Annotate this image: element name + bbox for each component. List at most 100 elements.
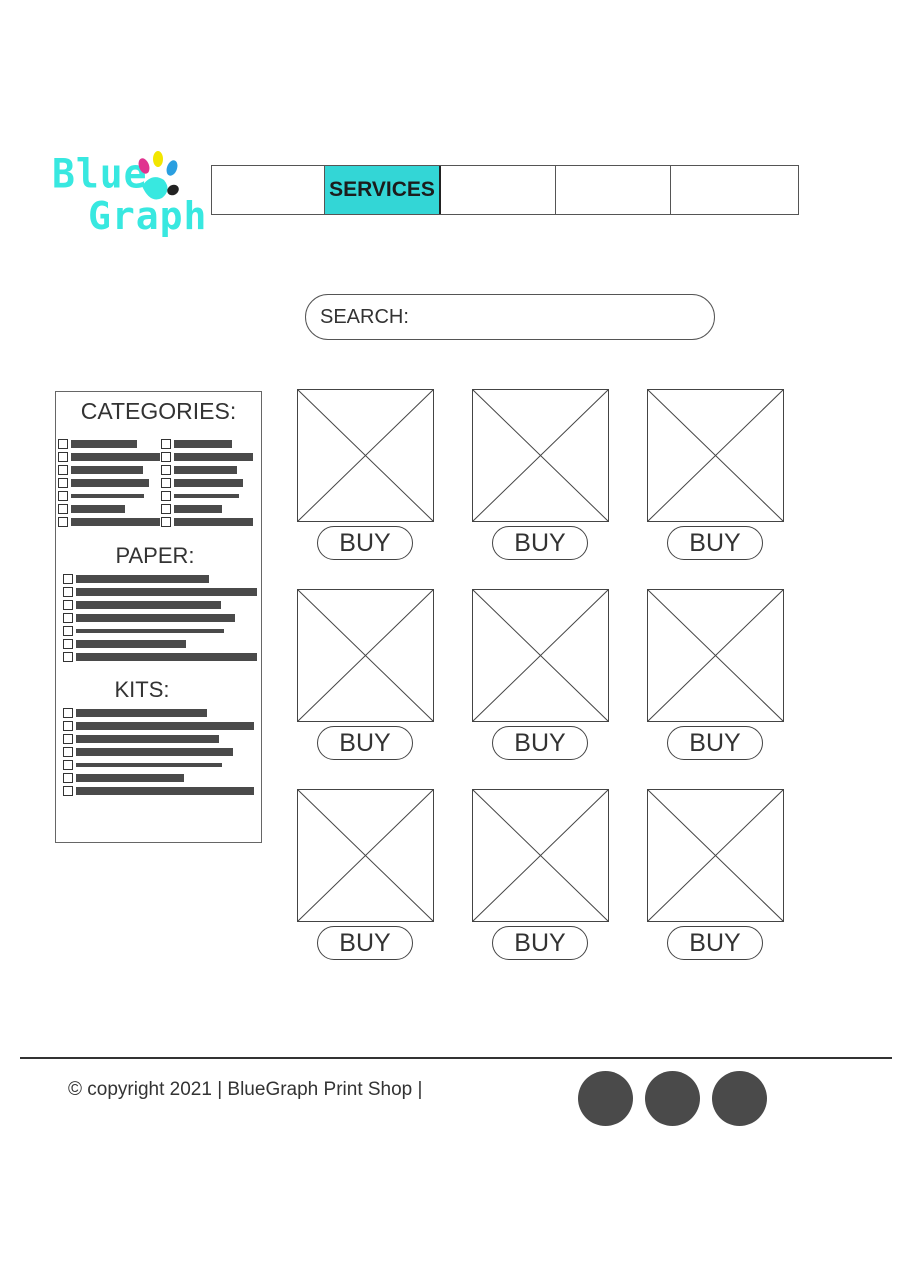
kit-option[interactable] (63, 747, 233, 757)
buy-button[interactable]: BUY (667, 926, 763, 960)
product-card: BUY (647, 589, 784, 761)
buy-button[interactable]: BUY (492, 726, 588, 760)
buy-button[interactable]: BUY (492, 926, 588, 960)
kit-option[interactable] (63, 773, 184, 783)
product-card: BUY (472, 389, 609, 561)
buy-button[interactable]: BUY (667, 526, 763, 560)
paper-checkbox[interactable] (63, 574, 73, 584)
category-option[interactable] (58, 491, 144, 501)
category-option[interactable] (161, 504, 222, 514)
kit-option[interactable] (63, 760, 222, 770)
category-option[interactable] (161, 491, 239, 501)
paper-checkbox[interactable] (63, 639, 73, 649)
nav-item-3[interactable] (441, 166, 556, 214)
social-icon-1[interactable] (578, 1071, 633, 1126)
image-placeholder-icon[interactable] (297, 389, 434, 522)
category-checkbox[interactable] (58, 504, 68, 514)
image-placeholder-icon[interactable] (297, 789, 434, 922)
category-checkbox[interactable] (161, 517, 171, 527)
image-placeholder-icon[interactable] (297, 589, 434, 722)
category-option[interactable] (58, 439, 137, 449)
kit-checkbox[interactable] (63, 786, 73, 796)
social-icon-2[interactable] (645, 1071, 700, 1126)
category-option[interactable] (161, 452, 253, 462)
paper-option[interactable] (63, 574, 209, 584)
buy-button[interactable]: BUY (317, 926, 413, 960)
category-option[interactable] (161, 439, 232, 449)
image-placeholder-icon[interactable] (472, 789, 609, 922)
category-checkbox[interactable] (161, 491, 171, 501)
kit-option[interactable] (63, 721, 254, 731)
paper-checkbox[interactable] (63, 600, 73, 610)
category-checkbox[interactable] (58, 517, 68, 527)
category-option[interactable] (58, 504, 125, 514)
kit-option[interactable] (63, 708, 207, 718)
category-checkbox[interactable] (58, 439, 68, 449)
kit-option[interactable] (63, 786, 254, 796)
paper-option[interactable] (63, 626, 224, 636)
category-option[interactable] (161, 517, 253, 527)
category-checkbox[interactable] (161, 478, 171, 488)
paw-icon (138, 151, 179, 200)
buy-button[interactable]: BUY (317, 726, 413, 760)
search-input[interactable] (414, 305, 694, 329)
product-card: BUY (297, 589, 434, 761)
category-option[interactable] (58, 465, 143, 475)
paper-option[interactable] (63, 587, 257, 597)
image-placeholder-icon[interactable] (472, 389, 609, 522)
category-checkbox[interactable] (161, 452, 171, 462)
category-checkbox[interactable] (161, 439, 171, 449)
buy-button[interactable]: BUY (317, 526, 413, 560)
image-placeholder-icon[interactable] (647, 789, 784, 922)
kits-heading: KITS: (114, 677, 170, 702)
buy-button[interactable]: BUY (667, 726, 763, 760)
paper-option[interactable] (63, 613, 235, 623)
nav-item-1[interactable] (212, 166, 325, 214)
kit-checkbox[interactable] (63, 734, 73, 744)
kit-checkbox[interactable] (63, 760, 73, 770)
bluegraph-logo[interactable]: Blue Graph (50, 150, 206, 250)
paper-option[interactable] (63, 639, 186, 649)
product-card: BUY (472, 589, 609, 761)
category-checkbox[interactable] (58, 491, 68, 501)
category-checkbox[interactable] (58, 478, 68, 488)
nav-item-5[interactable] (671, 166, 798, 214)
nav-item-services[interactable]: SERVICES (325, 166, 441, 214)
paper-option[interactable] (63, 600, 221, 610)
search-bar[interactable]: SEARCH: (305, 294, 715, 340)
kit-checkbox[interactable] (63, 721, 73, 731)
category-checkbox[interactable] (58, 465, 68, 475)
paper-checkbox[interactable] (63, 652, 73, 662)
product-card: BUY (297, 389, 434, 561)
category-option[interactable] (161, 465, 237, 475)
buy-button[interactable]: BUY (492, 526, 588, 560)
image-placeholder-icon[interactable] (647, 389, 784, 522)
category-checkbox[interactable] (58, 452, 68, 462)
category-checkbox[interactable] (161, 504, 171, 514)
kit-option[interactable] (63, 734, 219, 744)
image-placeholder-icon[interactable] (472, 589, 609, 722)
image-placeholder-icon[interactable] (647, 589, 784, 722)
paper-checkbox[interactable] (63, 587, 73, 597)
category-option[interactable] (161, 478, 243, 488)
footer-divider (20, 1057, 892, 1059)
product-card: BUY (297, 789, 434, 961)
paper-checkbox[interactable] (63, 626, 73, 636)
category-checkbox[interactable] (161, 465, 171, 475)
product-card: BUY (647, 789, 784, 961)
filter-sidebar: CATEGORIES: PAPER: KITS: (55, 391, 262, 843)
paper-checkbox[interactable] (63, 613, 73, 623)
category-option[interactable] (58, 517, 160, 527)
nav-item-4[interactable] (556, 166, 671, 214)
social-icon-3[interactable] (712, 1071, 767, 1126)
paper-heading: PAPER: (115, 543, 195, 568)
product-card: BUY (472, 789, 609, 961)
product-card: BUY (647, 389, 784, 561)
paper-option[interactable] (63, 652, 257, 662)
copyright-text: © copyright 2021 | BlueGraph Print Shop … (68, 1079, 423, 1100)
kit-checkbox[interactable] (63, 773, 73, 783)
kit-checkbox[interactable] (63, 708, 73, 718)
category-option[interactable] (58, 452, 160, 462)
kit-checkbox[interactable] (63, 747, 73, 757)
category-option[interactable] (58, 478, 149, 488)
